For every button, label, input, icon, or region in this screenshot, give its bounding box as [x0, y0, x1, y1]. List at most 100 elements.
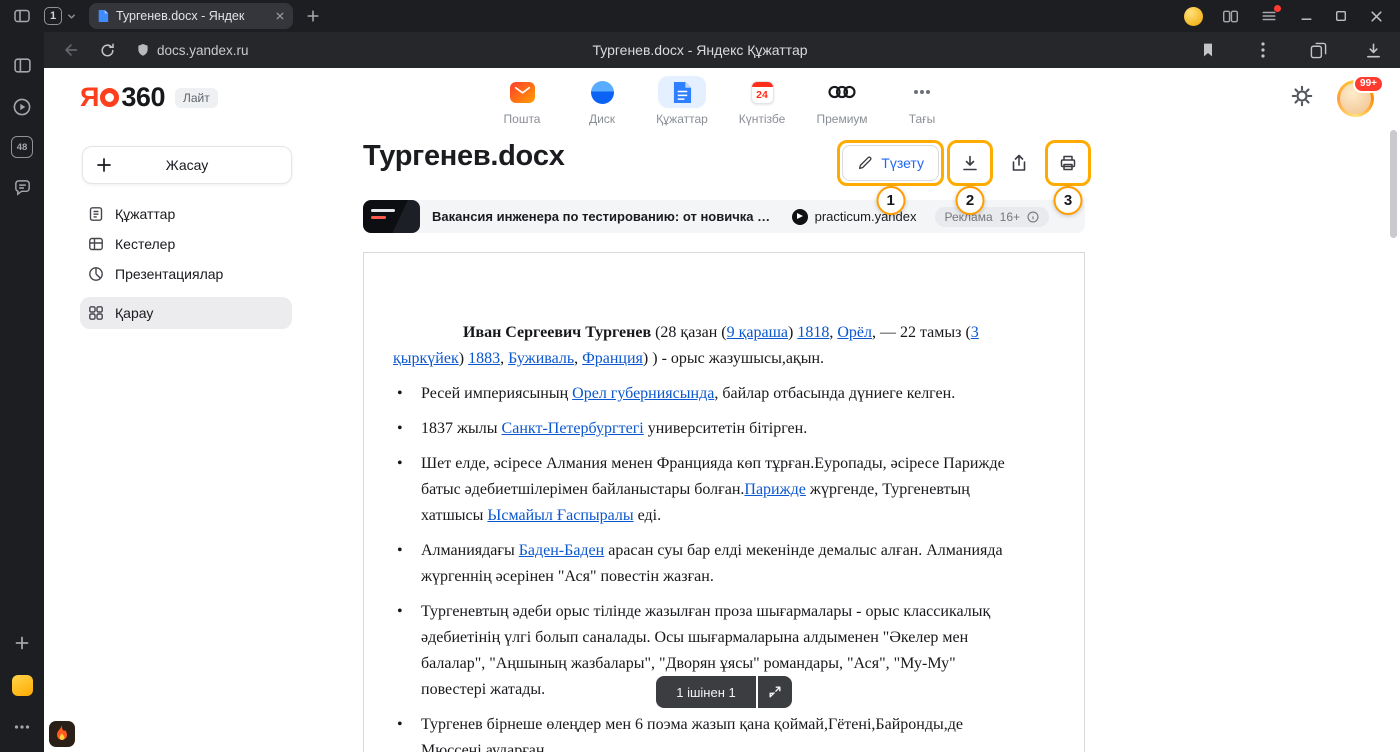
site-security-icon — [136, 43, 150, 57]
close-window-button[interactable] — [1366, 6, 1386, 26]
settings-gear-icon[interactable] — [1291, 85, 1313, 112]
nav-item-disk[interactable]: Диск — [569, 76, 635, 126]
nav-item-more[interactable]: Тағы — [889, 76, 955, 126]
browser-tab-bar: 1 Тургенев.docx - Яндек — [0, 0, 1400, 32]
edit-highlight-box: Түзету 1 — [837, 140, 944, 186]
ad-title: Вакансия инженера по тестированию: от но… — [432, 209, 778, 224]
url-text[interactable]: docs.yandex.ru — [157, 43, 249, 58]
more-horizontal-icon[interactable] — [9, 714, 35, 740]
refresh-icon[interactable] — [94, 37, 120, 63]
documents-icon — [673, 81, 692, 104]
document-bullet-item: Тургенев бірнеше өлеңдер мен 6 поэма жаз… — [393, 712, 1022, 752]
share-icon — [1010, 154, 1028, 172]
chevron-down-icon — [66, 11, 77, 22]
browser-menu-icon[interactable] — [1257, 4, 1281, 28]
services-badge-icon[interactable]: 48 — [11, 136, 33, 158]
tab-close-icon[interactable] — [275, 11, 285, 21]
document-link[interactable]: Парижде — [744, 481, 806, 498]
collections-icon[interactable] — [1305, 37, 1331, 63]
create-button-label: Жасау — [83, 147, 291, 183]
document-text: , байлар отбасында дүниеге келген. — [714, 385, 955, 402]
share-button[interactable] — [1001, 145, 1037, 181]
yellow-app-tile — [12, 675, 33, 696]
more-vertical-icon[interactable] — [1250, 37, 1276, 63]
browser-window: 1 Тургенев.docx - Яндек — [0, 0, 1400, 752]
panels-icon[interactable] — [9, 52, 35, 78]
create-button[interactable]: Жасау — [82, 146, 292, 184]
plus-icon — [96, 157, 112, 178]
view-grid-icon — [88, 305, 104, 321]
messenger-icon[interactable] — [9, 174, 35, 200]
document-text: ) ) - орыс жазушысы,ақын. — [643, 350, 824, 367]
notification-count-badge: 99+ — [1353, 75, 1384, 93]
document-link[interactable]: 9 қараша — [727, 324, 788, 341]
premium-rings-icon — [828, 83, 856, 101]
page-indicator: 1 ішінен 1 — [363, 676, 1085, 708]
document-link[interactable]: Баден-Баден — [519, 542, 605, 559]
document-link[interactable]: Санкт-Петербургтегі — [502, 420, 644, 437]
fullscreen-button[interactable] — [758, 676, 792, 708]
nav-item-mail[interactable]: Пошта — [489, 76, 555, 126]
print-button[interactable] — [1050, 145, 1086, 181]
mail-icon — [510, 82, 535, 103]
document-text: , — [574, 350, 582, 367]
document-link[interactable]: Орел губерниясында — [572, 385, 714, 402]
calendar-icon: 24 — [751, 81, 774, 104]
document-link[interactable]: Буживаль — [508, 350, 574, 367]
nav-item-calendar[interactable]: 24 Күнтізбе — [729, 76, 795, 126]
split-view-icon[interactable] — [1218, 4, 1242, 28]
browser-tab[interactable]: Тургенев.docx - Яндек — [89, 3, 293, 29]
tab-counter-button[interactable]: 1 — [44, 7, 77, 25]
nav-item-documents[interactable]: Құжаттар — [649, 76, 715, 126]
document-link[interactable]: 1818 — [797, 324, 829, 341]
site-chip[interactable]: docs.yandex.ru — [136, 43, 249, 58]
document-text: , — [500, 350, 508, 367]
calendar-date-badge: 24 — [752, 89, 773, 101]
document-paragraph: Иван Сергеевич Тургенев (28 қазан (9 қар… — [393, 320, 1022, 372]
sidebar-toggle-icon[interactable] — [10, 4, 34, 28]
sidebar-item-view[interactable]: Қарау — [80, 297, 292, 329]
browser-profile-avatar[interactable] — [1184, 7, 1203, 26]
new-tab-button[interactable] — [301, 4, 325, 28]
disk-icon — [591, 81, 614, 104]
tab-count: 1 — [44, 7, 62, 25]
download-icon[interactable] — [1360, 37, 1386, 63]
user-avatar[interactable]: 99+ — [1337, 80, 1374, 117]
scrollbar-thumb[interactable] — [1390, 130, 1397, 238]
document-text: Алманиядағы — [421, 542, 519, 559]
document-link[interactable]: Ысмайыл Ғаспыралы — [487, 507, 633, 524]
video-icon[interactable] — [9, 94, 35, 120]
document-text: ) — [788, 324, 797, 341]
back-icon[interactable] — [58, 37, 84, 63]
document-bullet-item: Шет елде, әсіресе Алмания менен Францияд… — [393, 451, 1022, 529]
tabbar-right-controls — [1184, 4, 1400, 28]
download-icon — [961, 154, 979, 172]
nav-item-premium[interactable]: Премиум — [809, 76, 875, 126]
callout-2: 2 — [956, 186, 985, 215]
yandex-app-icon[interactable] — [9, 672, 35, 698]
sidebar-item-tables[interactable]: Кестелер — [80, 229, 292, 259]
promo-flame-icon[interactable] — [49, 721, 75, 752]
sidebar-item-documents[interactable]: Құжаттар — [80, 199, 292, 229]
ad-age-rating: 16+ — [1000, 210, 1020, 224]
ad-disclaimer[interactable]: Реклама 16+ — [935, 207, 1050, 227]
table-icon — [88, 236, 104, 252]
document-link[interactable]: Орёл — [837, 324, 872, 341]
maximize-button[interactable] — [1331, 6, 1351, 26]
info-icon — [1027, 211, 1039, 223]
edit-button[interactable]: Түзету — [842, 145, 939, 181]
print-highlight-box: 3 — [1045, 140, 1091, 186]
document-icon — [88, 206, 104, 222]
bookmark-icon[interactable] — [1195, 37, 1221, 63]
expand-icon — [768, 685, 782, 699]
browser-sidebar: 48 — [0, 32, 44, 752]
document-link[interactable]: 1883 — [468, 350, 500, 367]
document-link[interactable]: Франция — [582, 350, 643, 367]
notification-dot — [1274, 5, 1281, 12]
sidebar-item-presentations[interactable]: Презентациялар — [80, 259, 292, 289]
minimize-button[interactable] — [1296, 6, 1316, 26]
document-text: , — 22 тамыз ( — [872, 324, 971, 341]
download-document-button[interactable] — [952, 145, 988, 181]
edit-button-label: Түзету — [881, 155, 924, 171]
add-panel-icon[interactable] — [9, 630, 35, 656]
